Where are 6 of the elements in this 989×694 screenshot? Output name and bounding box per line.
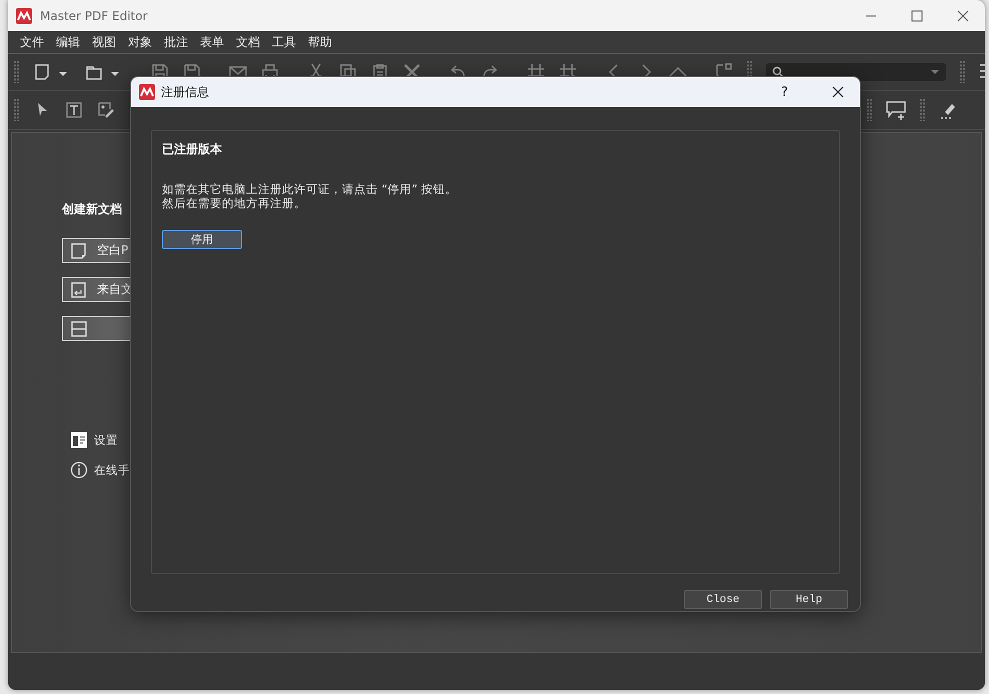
message-text: 然后在需要的地方再注册。 [162, 196, 306, 210]
section-heading: 创建新文档 [62, 201, 122, 218]
window-title: Master PDF Editor [40, 8, 148, 22]
message-text: 如需在其它电脑上注册此许可证，请点击 “停用” 按钮。 [162, 182, 458, 196]
dialog-title: 注册信息 [161, 84, 209, 100]
group-title: 已注册版本 [162, 141, 223, 158]
